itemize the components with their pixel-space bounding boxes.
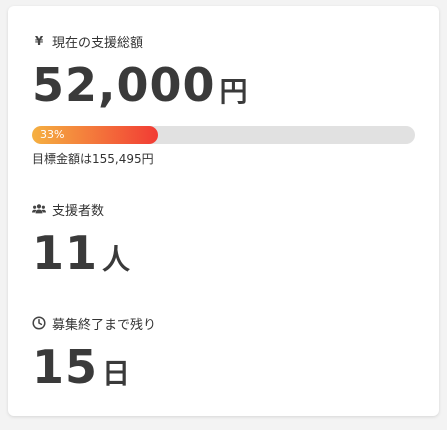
clock-icon — [32, 316, 46, 330]
funding-amount: 52,000 — [32, 58, 216, 112]
supporters-label-row: 支援者数 — [32, 200, 415, 219]
funding-goal-text: 目標金額は155,495円 — [32, 152, 154, 166]
funding-progress-label: 33% — [40, 128, 65, 141]
funding-status-card: ¥ 現在の支援総額 52,000 円 33% 目標金額は155,495円 支援者… — [8, 6, 439, 416]
supporters-unit: 人 — [102, 243, 131, 276]
remaining-label: 募集終了まで残り — [52, 317, 157, 333]
supporters-count-row: 11 人 — [32, 230, 415, 276]
remaining-unit: 日 — [102, 357, 131, 390]
users-icon — [32, 202, 46, 216]
funding-section: ¥ 現在の支援総額 52,000 円 33% 目標金額は155,495円 — [32, 32, 415, 167]
funding-amount-row: 52,000 円 — [32, 62, 415, 108]
remaining-count-row: 15 日 — [32, 344, 415, 390]
remaining-count: 15 — [32, 340, 99, 394]
funding-unit: 円 — [219, 75, 248, 108]
supporters-label: 支援者数 — [52, 203, 105, 219]
remaining-label-row: 募集終了まで残り — [32, 314, 415, 333]
funding-label-row: ¥ 現在の支援総額 — [32, 32, 415, 51]
funding-label: 現在の支援総額 — [52, 35, 144, 51]
yen-icon: ¥ — [34, 34, 44, 48]
supporters-count: 11 — [32, 226, 99, 280]
remaining-section: 募集終了まで残り 15 日 — [32, 314, 415, 390]
funding-progress-bar: 33% — [32, 126, 415, 144]
supporters-section: 支援者数 11 人 — [32, 200, 415, 276]
